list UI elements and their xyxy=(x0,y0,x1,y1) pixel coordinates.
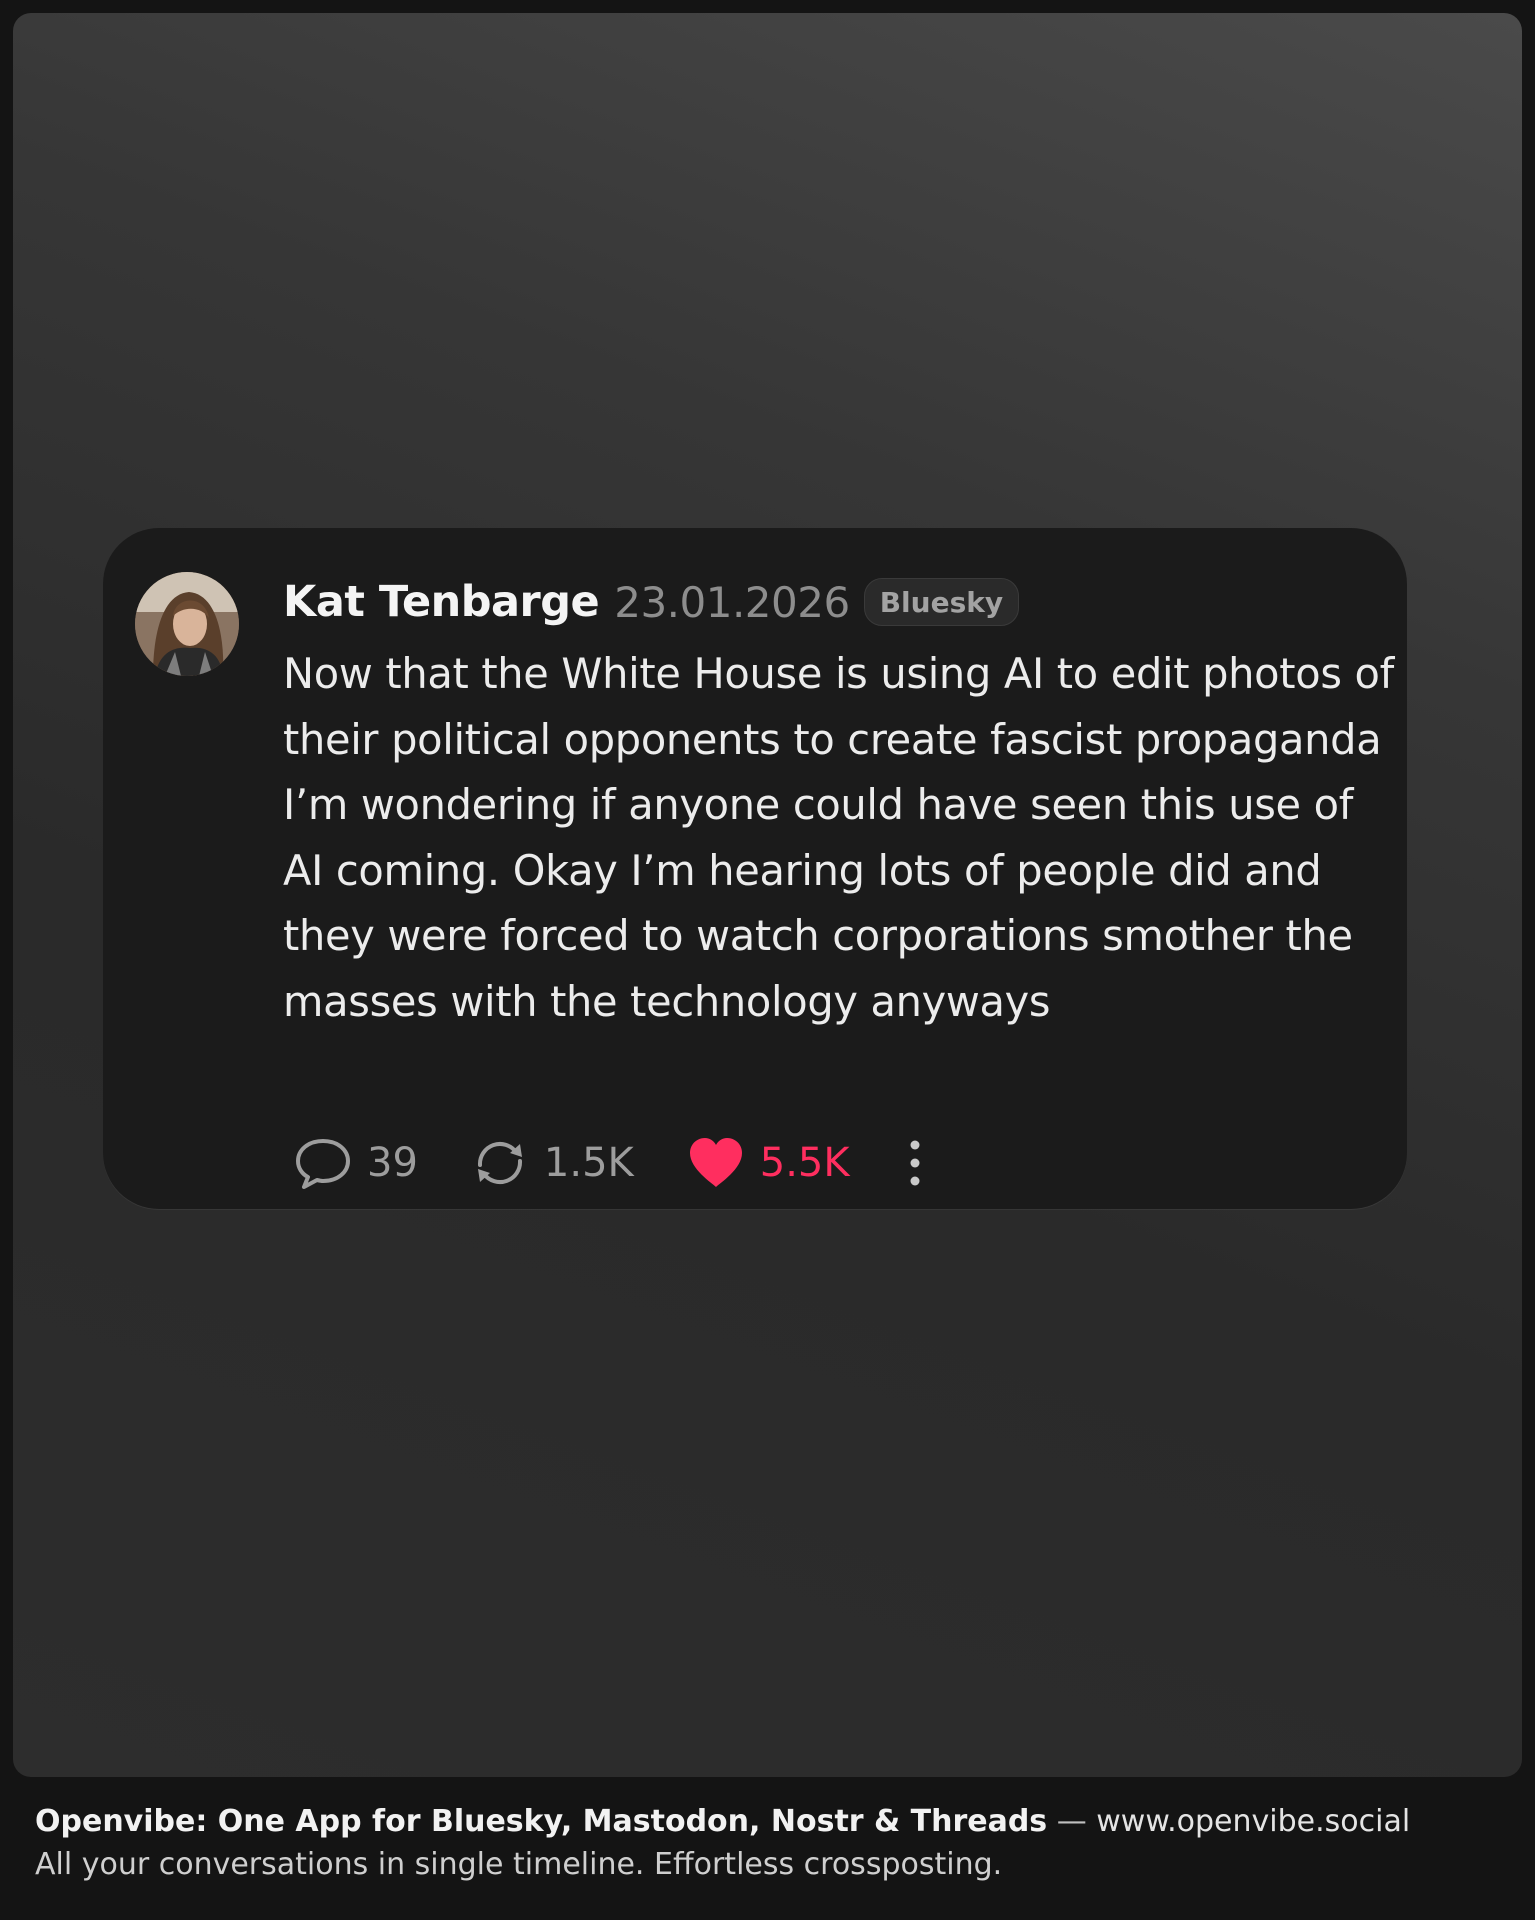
footer-line-1: Openvibe: One App for Bluesky, Mastodon,… xyxy=(35,1800,1515,1843)
footer-url[interactable]: www.openvibe.social xyxy=(1096,1804,1410,1839)
repost-count: 1.5K xyxy=(543,1140,634,1186)
promo-footer: Openvibe: One App for Bluesky, Mastodon,… xyxy=(35,1800,1515,1886)
heart-icon xyxy=(689,1138,742,1187)
vertical-dots-icon xyxy=(910,1140,920,1186)
author-name[interactable]: Kat Tenbarge xyxy=(283,577,600,627)
more-options-button[interactable] xyxy=(908,1138,922,1188)
platform-badge: Bluesky xyxy=(863,578,1020,626)
post-text: Now that the White House is using AI to … xyxy=(283,649,1394,1026)
avatar[interactable] xyxy=(135,572,239,676)
speech-bubble-icon xyxy=(296,1139,350,1189)
repost-arrows-icon xyxy=(477,1141,522,1185)
footer-separator: — xyxy=(1056,1804,1087,1839)
post-date: 23.01.2026 xyxy=(614,577,850,627)
like-button[interactable]: 5.5K xyxy=(686,1135,850,1191)
post-actions: 39 1.5K 5.5K xyxy=(293,1130,922,1196)
reply-button[interactable]: 39 xyxy=(293,1135,418,1191)
repost-button[interactable]: 1.5K xyxy=(470,1135,634,1191)
like-count: 5.5K xyxy=(759,1140,850,1186)
avatar-photo xyxy=(135,572,239,676)
reply-count: 39 xyxy=(367,1140,418,1186)
post-header: Kat Tenbarge 23.01.2026 Bluesky xyxy=(283,572,1020,632)
footer-tagline: All your conversations in single timelin… xyxy=(35,1847,1003,1882)
footer-headline: Openvibe: One App for Bluesky, Mastodon,… xyxy=(35,1804,1048,1839)
